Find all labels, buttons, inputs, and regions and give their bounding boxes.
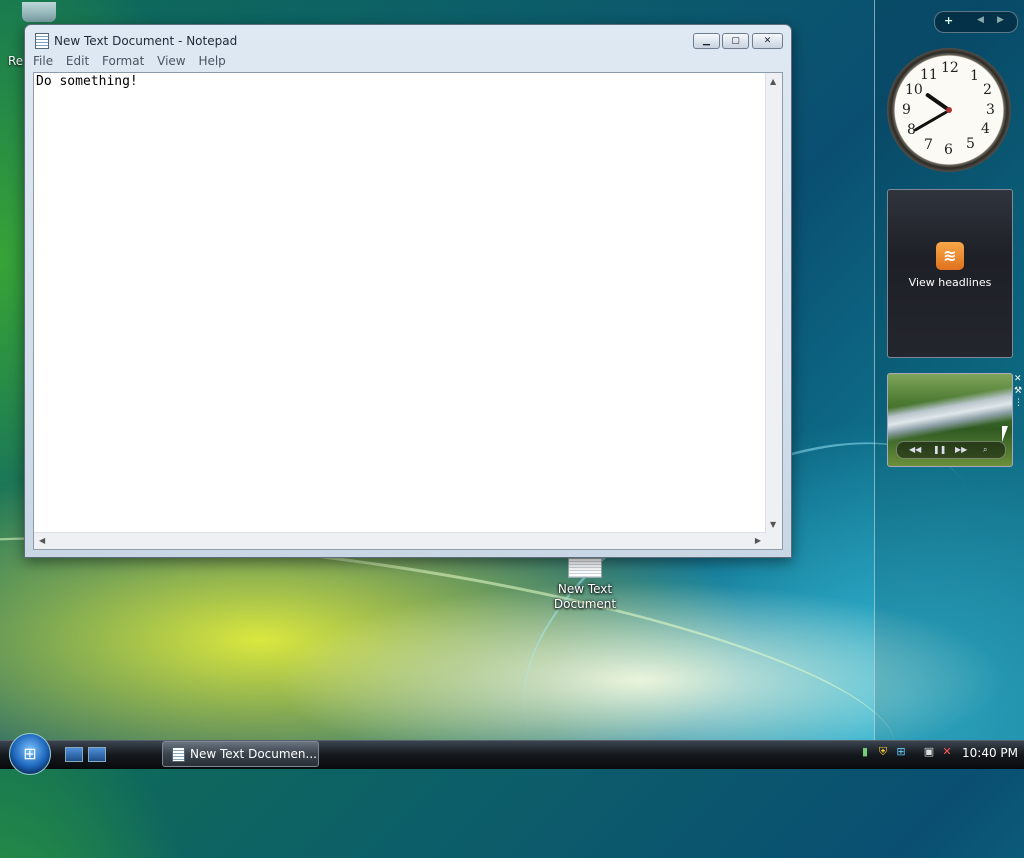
desktop-file-label-1: New Text (557, 582, 613, 596)
next-slide-icon[interactable]: ▶▶ (955, 445, 967, 454)
close-gadget-icon[interactable]: ✕ (1014, 373, 1024, 385)
windows-flag-icon[interactable]: ⊞ (894, 745, 908, 759)
clock-numeral: 11 (920, 67, 938, 83)
menu-view[interactable]: View (157, 53, 185, 69)
clock-numeral: 5 (966, 136, 975, 152)
notepad-icon (172, 747, 185, 762)
windows-start-icon[interactable]: ⊞ (9, 733, 51, 775)
notepad-icon (35, 33, 49, 49)
desktop-text-file[interactable]: New Text Document (548, 558, 622, 612)
previous-slide-icon[interactable]: ◀◀ (909, 445, 921, 454)
add-gadget-button[interactable]: + (944, 14, 953, 27)
vertical-scrollbar[interactable]: ▲ ▼ (765, 73, 782, 533)
minute-hand (913, 109, 950, 132)
scroll-left-icon[interactable]: ◀ (39, 536, 45, 545)
clock-numeral: 7 (924, 137, 933, 153)
clock-numeral: 1 (970, 68, 979, 84)
recycle-bin-label: Re (8, 54, 24, 68)
clock-numeral: 10 (905, 82, 923, 98)
show-desktop-icon[interactable] (65, 747, 83, 762)
text-file-icon (568, 558, 602, 578)
menu-file[interactable]: File (33, 53, 53, 69)
sidebar-controls: + ◀ ▶ (934, 11, 1018, 33)
tray-network-icon[interactable]: ▮ (858, 745, 872, 759)
menu-help[interactable]: Help (198, 53, 225, 69)
notepad-window[interactable]: New Text Document - Notepad ▁ ▢ ✕ File E… (24, 24, 792, 558)
recycle-bin-icon[interactable] (22, 2, 56, 22)
feed-headlines-gadget[interactable]: ≋ View headlines (887, 189, 1013, 358)
taskbar-clock[interactable]: 10:40 PM (962, 746, 1018, 760)
next-page-icon[interactable]: ▶ (997, 15, 1004, 25)
slide-show-gadget[interactable]: ◀◀ ❚❚ ▶▶ ⌕ (887, 373, 1013, 467)
gadget-toolbar: ✕ ⚒ ⋮ (1014, 373, 1024, 409)
clock-numeral: 12 (941, 60, 959, 76)
clock-center (946, 107, 952, 113)
options-wrench-icon[interactable]: ⚒ (1014, 385, 1024, 397)
clock-numeral: 4 (981, 121, 990, 137)
horizontal-scrollbar[interactable]: ◀ ▶ (34, 532, 766, 549)
clock-numeral: 6 (944, 142, 953, 158)
clock-numeral: 3 (986, 102, 995, 118)
pause-icon[interactable]: ❚❚ (933, 445, 946, 454)
view-slide-icon[interactable]: ⌕ (983, 445, 987, 455)
maximize-button[interactable]: ▢ (722, 33, 749, 49)
size-grip[interactable] (766, 533, 782, 549)
volume-muted-icon[interactable]: ✕ (940, 745, 954, 759)
switch-windows-icon[interactable] (88, 747, 106, 762)
title-bar[interactable]: New Text Document - Notepad ▁ ▢ ✕ (25, 25, 791, 53)
clock-numeral: 2 (983, 82, 992, 98)
window-title: New Text Document - Notepad (54, 34, 238, 48)
taskbar-button-label: New Text Documen... (190, 747, 317, 761)
mouse-cursor (1002, 426, 1008, 442)
menu-bar: File Edit Format View Help (25, 53, 791, 69)
clock-gadget[interactable]: 12 1 2 3 4 5 6 7 8 9 10 11 (887, 48, 1011, 172)
view-headlines-label[interactable]: View headlines (888, 276, 1012, 289)
menu-format[interactable]: Format (102, 53, 144, 69)
slideshow-controls: ◀◀ ❚❚ ▶▶ ⌕ (896, 441, 1006, 459)
prev-page-icon[interactable]: ◀ (977, 15, 984, 25)
rss-icon: ≋ (936, 242, 964, 270)
scroll-right-icon[interactable]: ▶ (755, 536, 761, 545)
text-editor[interactable]: Do something! ▲ ▼ ◀ ▶ (33, 72, 783, 550)
minimize-button[interactable]: ▁ (693, 33, 720, 49)
scroll-down-icon[interactable]: ▼ (770, 520, 776, 529)
clock-numeral: 9 (902, 102, 911, 118)
security-shield-icon[interactable]: ⛨ (876, 745, 890, 759)
network-status-icon[interactable]: ▣ (922, 745, 936, 759)
editor-content[interactable]: Do something! (36, 74, 138, 89)
taskbar-button-notepad[interactable]: New Text Documen... (162, 741, 319, 767)
desktop-file-label-2: Document (553, 597, 617, 611)
drag-handle-icon[interactable]: ⋮ (1014, 397, 1024, 409)
scroll-up-icon[interactable]: ▲ (770, 77, 776, 86)
menu-edit[interactable]: Edit (66, 53, 89, 69)
close-button[interactable]: ✕ (752, 33, 783, 49)
